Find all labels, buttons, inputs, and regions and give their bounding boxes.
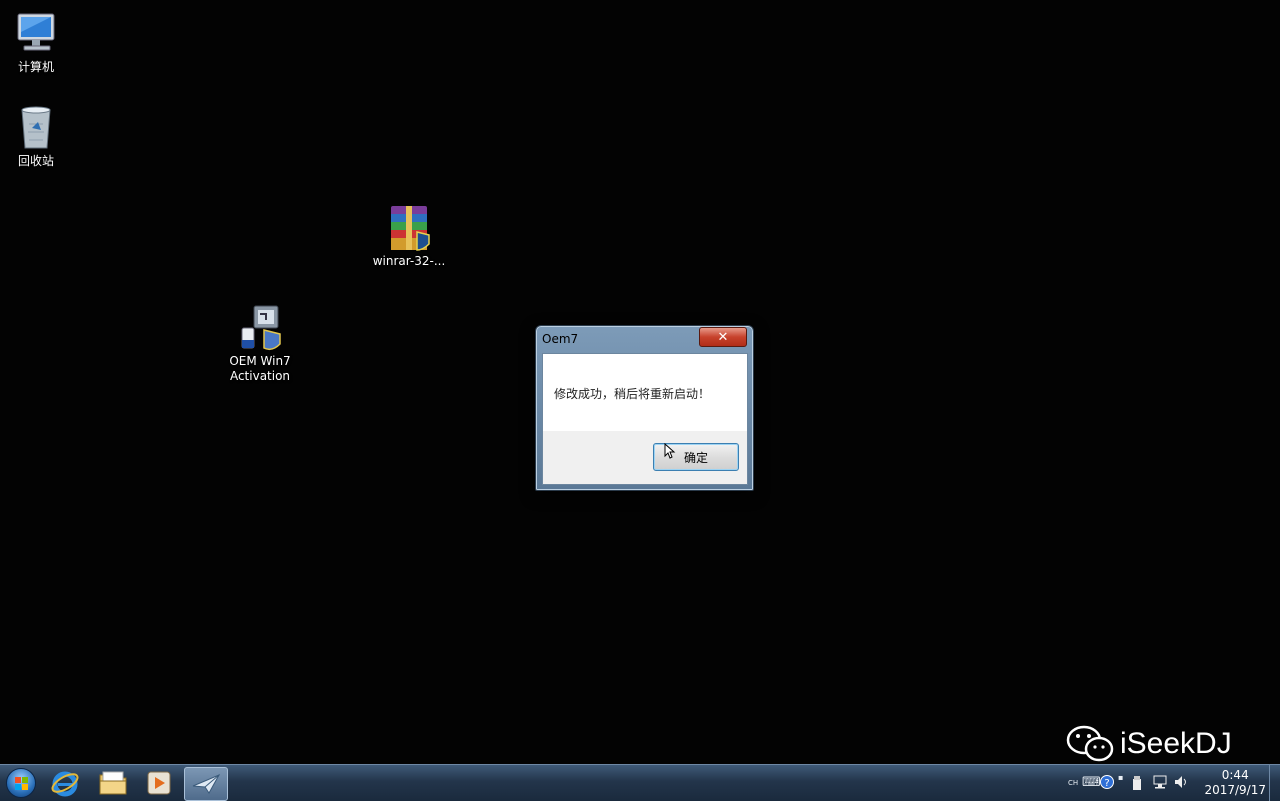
taskbar-item-media-player[interactable] <box>138 767 180 799</box>
oem-activation-icon <box>236 304 284 352</box>
close-button[interactable]: ✕ <box>699 327 747 347</box>
watermark-text: iSeekDJ <box>1120 727 1232 760</box>
media-player-icon <box>147 771 171 795</box>
recycle-bin-icon <box>12 104 60 152</box>
desktop-icon-label: OEM Win7 Activation <box>229 354 291 383</box>
internet-explorer-icon <box>51 771 79 797</box>
taskbar-item-oem-app[interactable] <box>184 767 228 801</box>
volume-icon[interactable] <box>1174 775 1190 793</box>
clock-date: 2017/9/17 <box>1204 783 1266 797</box>
computer-icon <box>12 10 60 58</box>
desktop-icon-recycle-bin[interactable]: 回收站 <box>0 104 78 169</box>
paper-plane-icon <box>192 773 221 794</box>
desktop-icon-label: 回收站 <box>17 154 54 168</box>
clock[interactable]: 0:44 2017/9/17 <box>1204 768 1266 798</box>
taskbar: CH ⌨ ? ▪ 0:44 2017/9/17 <box>0 764 1280 801</box>
windows-logo-icon <box>6 768 36 798</box>
wechat-logo-icon <box>1066 724 1116 764</box>
dialog-title: Oem7 <box>542 332 579 346</box>
winrar-icon <box>385 204 433 252</box>
dialog-titlebar[interactable]: Oem7 ✕ <box>536 326 753 352</box>
dialog-content: 修改成功，稍后将重新启动！ 确定 <box>542 353 748 485</box>
network-icon[interactable] <box>1152 775 1168 793</box>
desktop-icon-winrar[interactable]: winrar-32-... <box>367 204 451 269</box>
taskbar-item-ie[interactable] <box>44 767 86 799</box>
desktop-icon-oem-win7[interactable]: OEM Win7 Activation <box>218 304 302 384</box>
desktop-icon-computer[interactable]: 计算机 <box>0 10 78 75</box>
clock-time: 0:44 <box>1221 768 1249 782</box>
dialog-message-area: 修改成功，稍后将重新启动！ <box>543 354 747 431</box>
show-desktop-button[interactable] <box>1269 765 1280 801</box>
tray-mini-icon: ▪ <box>1118 773 1124 782</box>
desktop-icon-label: winrar-32-... <box>372 254 446 268</box>
usb-device-icon[interactable] <box>1130 775 1144 795</box>
mouse-cursor-icon <box>664 443 676 459</box>
desktop[interactable]: 计算机 回收站 winrar-32-... OEM Win7 Activatio… <box>0 0 1280 764</box>
folder-icon <box>99 771 127 795</box>
dialog-message: 修改成功，稍后将重新启动！ <box>554 387 711 401</box>
start-button[interactable] <box>2 767 40 799</box>
system-tray: CH ⌨ ? ▪ 0:44 2017/9/17 <box>1060 765 1280 801</box>
keyboard-icon[interactable]: ⌨ <box>1082 775 1101 790</box>
watermark: iSeekDJ <box>1066 722 1232 766</box>
message-dialog[interactable]: Oem7 ✕ 修改成功，稍后将重新启动！ 确定 <box>535 325 754 491</box>
taskbar-item-explorer[interactable] <box>92 767 134 799</box>
svg-text:?: ? <box>1104 778 1109 789</box>
desktop-icon-label: 计算机 <box>17 60 54 74</box>
close-icon: ✕ <box>717 329 729 345</box>
language-indicator[interactable]: CH <box>1068 779 1078 787</box>
help-icon[interactable]: ? <box>1100 775 1114 793</box>
